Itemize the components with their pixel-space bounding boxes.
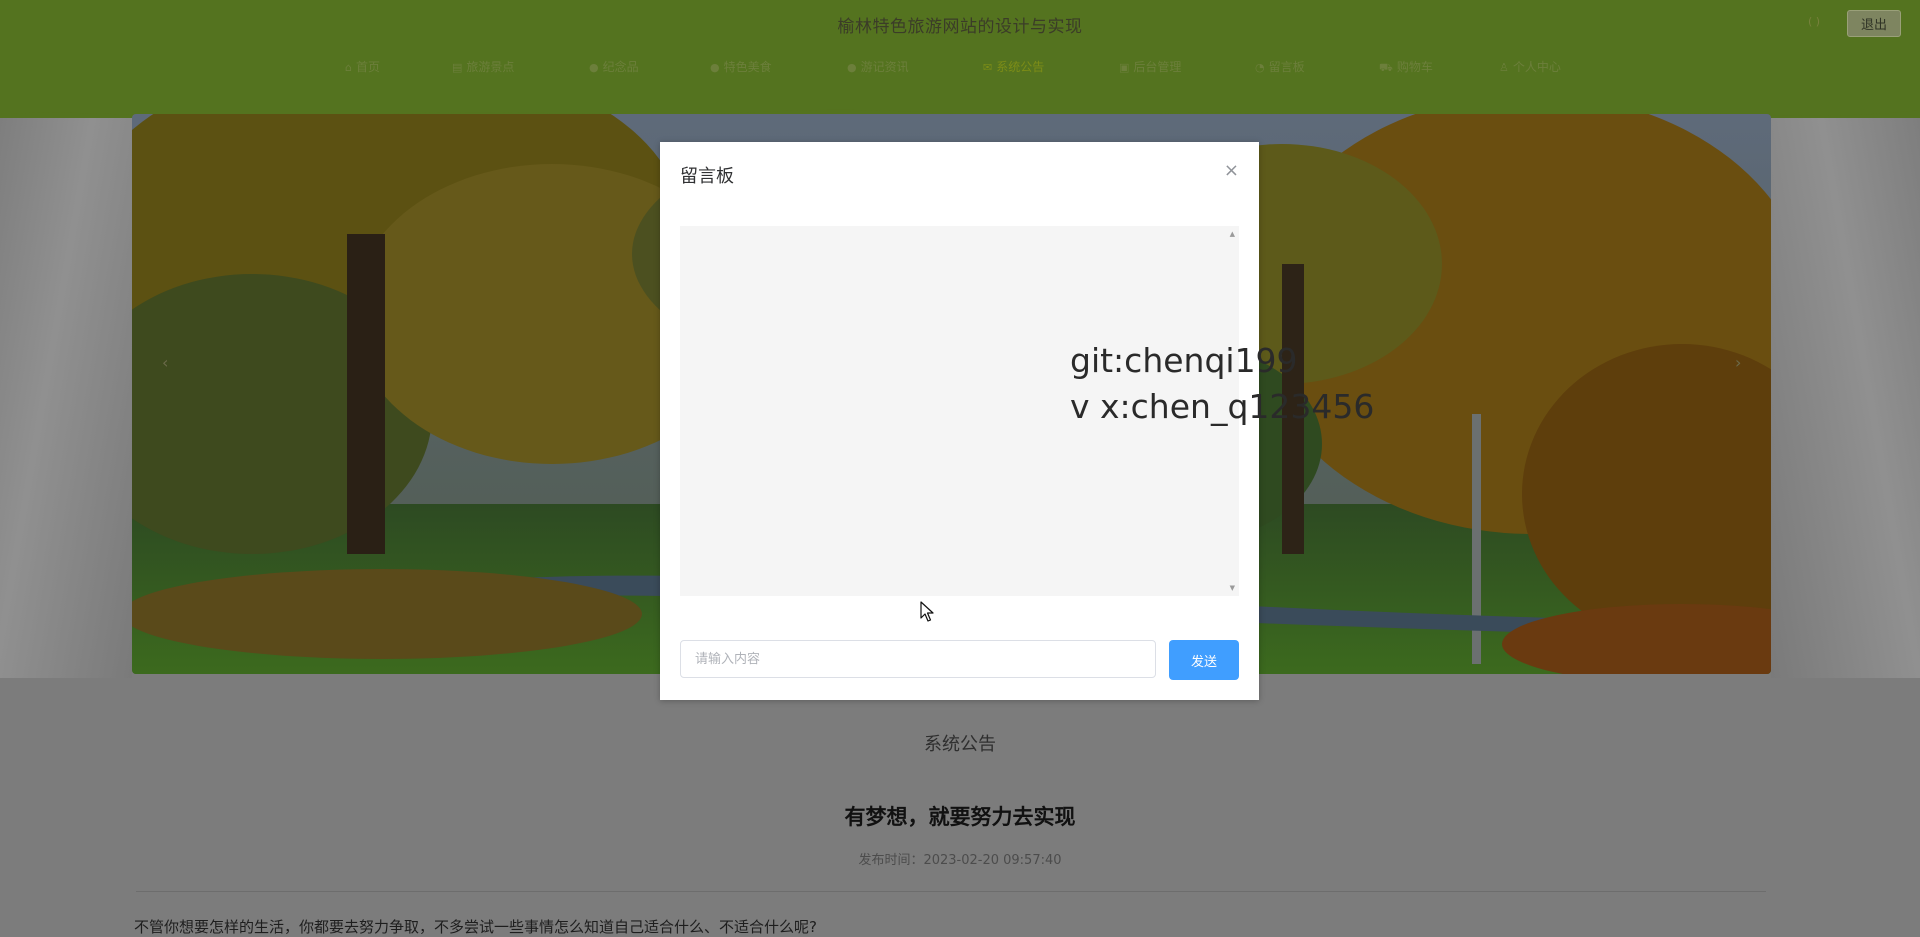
scroll-up-arrow-icon[interactable]: ▲ [1230,230,1235,238]
nav-item-cart[interactable]: ⛟ 购物车 [1379,58,1433,76]
circle-icon: ● [589,61,599,74]
announcement-headline: 有梦想，就要努力去实现 [844,805,1076,829]
mouse-cursor-icon [920,601,934,622]
announcement-publish-time: 发布时间：2023-02-20 09:57:40 [858,853,1062,868]
announcement-section-title: 系统公告 [924,734,996,755]
scroll-down-arrow-icon[interactable]: ▼ [1230,584,1235,592]
message-icon: ◔ [1255,61,1265,74]
nav-item-admin[interactable]: ▣ 后台管理 [1119,58,1181,75]
bell-icon: ✉ [983,61,993,74]
announcement-body: 不管你想要怎样的生活，你都要去努力争取，不多尝试一些事情怎么知道自己适合什么、不… [134,918,817,936]
carousel-next-arrow-icon[interactable]: › [1735,353,1741,372]
cart-icon: ⛟ [1379,61,1393,74]
nav-item-profile[interactable]: ♙ 个人中心 [1499,58,1561,75]
carousel-side-slide-right [1771,118,1920,678]
nav-item-attractions[interactable]: ▤ 旅游景点 [452,58,514,75]
nav-item-home[interactable]: ⌂ 首页 [345,58,380,75]
nav-item-message-board[interactable]: ◔ 留言板 [1255,58,1305,75]
chat-messages-area[interactable]: ▲ ▼ git:chenqi199 v x:chen_q123456 [680,226,1374,596]
site-title: 榆林特色旅游网站的设计与实现 [837,17,1083,37]
nav-item-travel-news[interactable]: ● 游记资讯 [847,58,909,75]
carousel-side-slide-left [0,118,132,678]
circle-icon: ● [710,61,720,74]
nav-item-announcements[interactable]: ✉ 系统公告 [983,58,1044,75]
logout-button[interactable]: 退出 [1847,10,1901,37]
message-board-dialog: 留言板 × ▲ ▼ git:chenqi199 v x:chen_q123456… [660,142,1374,700]
dialog-title: 留言板 [680,166,734,187]
nav-item-food[interactable]: ● 特色美食 [710,58,772,75]
nav-item-souvenirs[interactable]: ● 纪念品 [589,58,639,75]
send-button[interactable]: 发送 [1169,640,1239,680]
watermark-line-vx: v x:chen_q123456 [1070,387,1375,426]
message-input[interactable] [680,640,1156,678]
carousel-prev-arrow-icon[interactable]: ‹ [162,353,168,372]
announcement-divider [136,891,1766,892]
circle-icon: ● [847,61,857,74]
console-icon: ▣ [1119,61,1130,74]
watermark-line-git: git:chenqi199 [1070,341,1298,380]
user-label: ( ) [1808,15,1821,28]
building-icon: ▤ [452,61,463,74]
contact-watermark: git:chenqi199 v x:chen_q123456 [1070,338,1374,430]
home-icon: ⌂ [345,61,352,74]
user-icon: ♙ [1499,61,1509,74]
close-icon[interactable]: × [1224,160,1239,181]
